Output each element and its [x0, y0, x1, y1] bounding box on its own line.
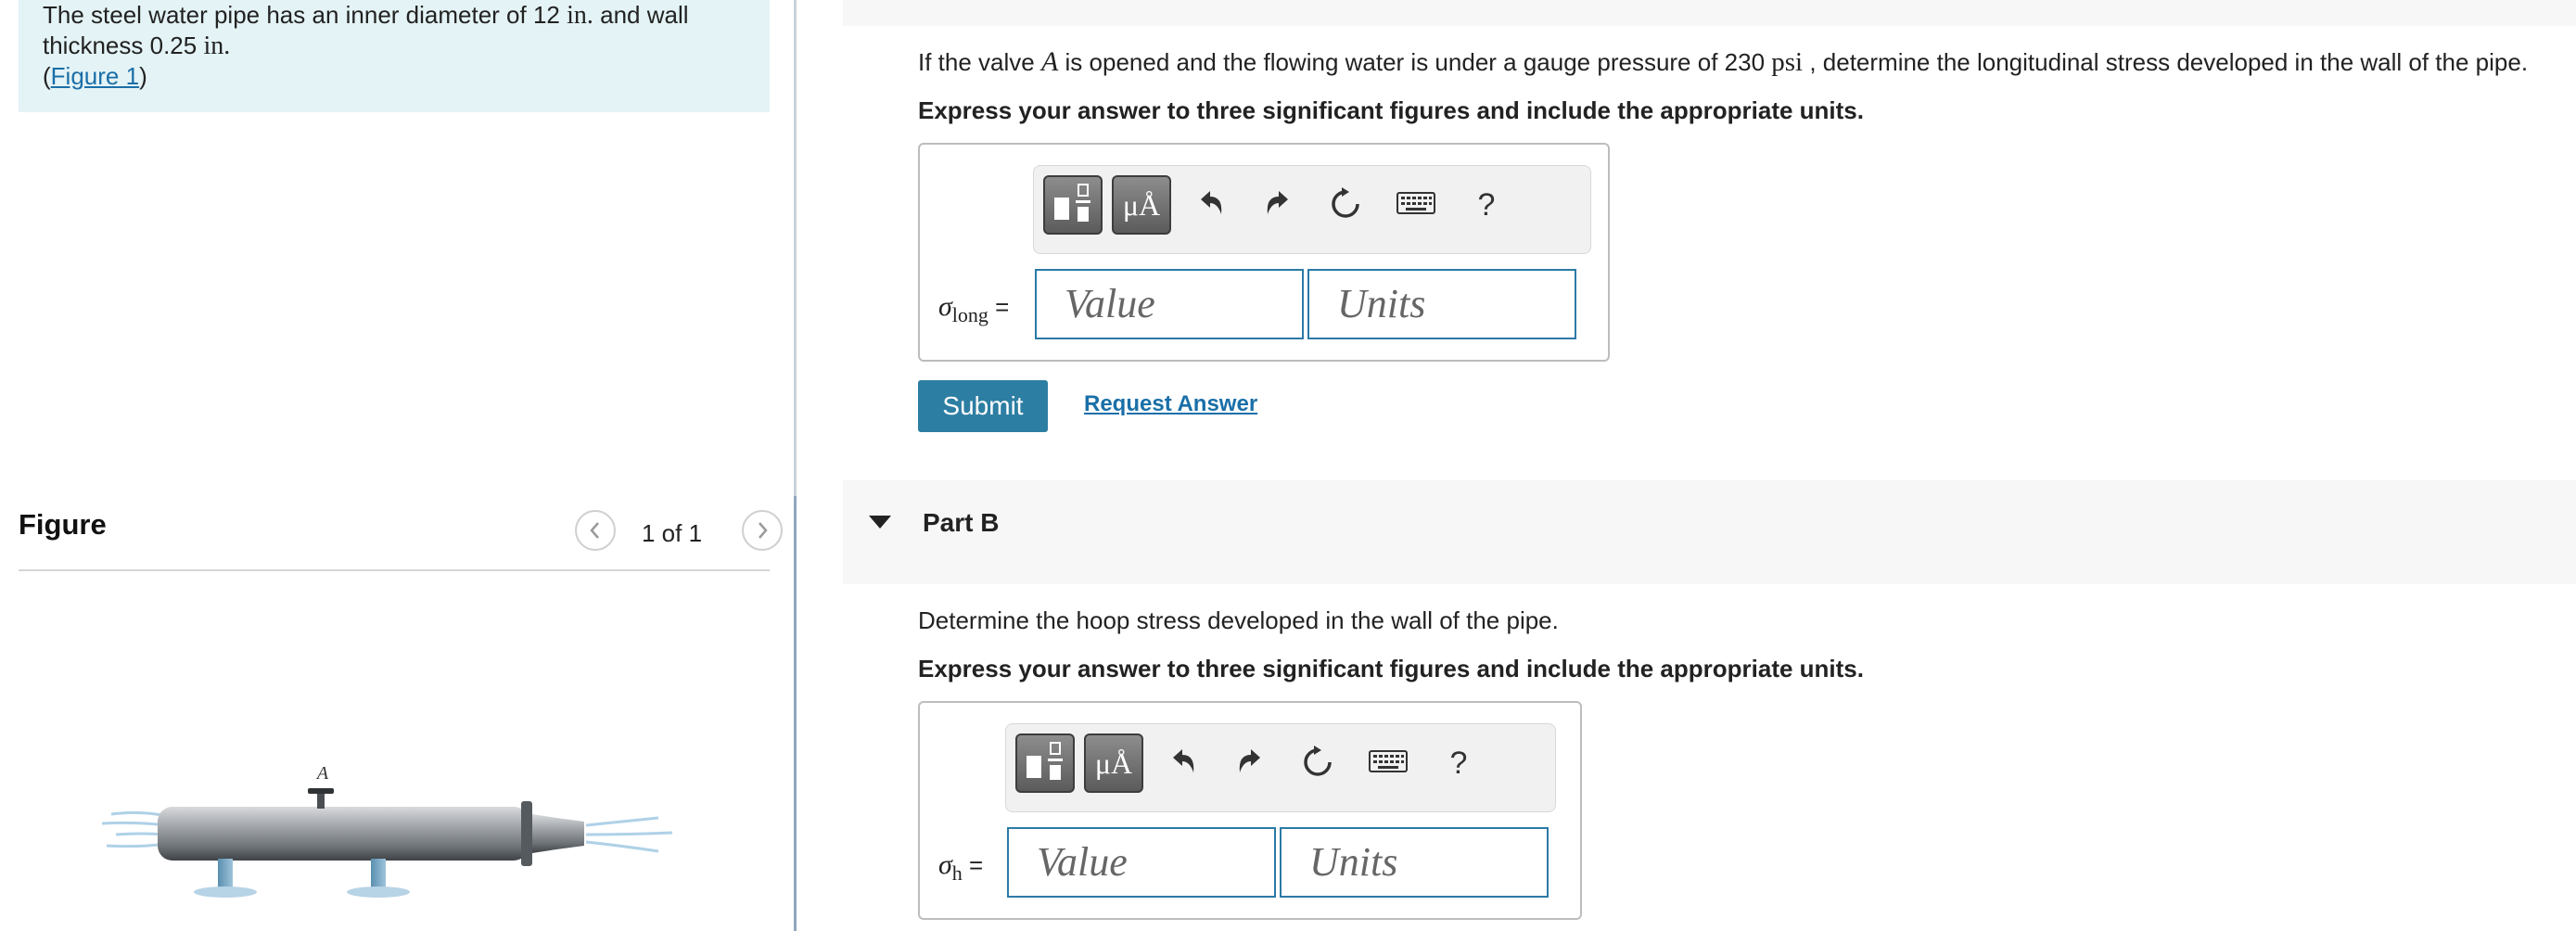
- redo-icon: [1267, 191, 1288, 214]
- units-symbol-button[interactable]: μÅ: [1112, 175, 1171, 235]
- part-b-question: Determine the hoop stress developed in t…: [918, 606, 1559, 634]
- prev-figure-button[interactable]: [575, 510, 616, 551]
- paren: (: [43, 62, 51, 90]
- right-panel: If the valve A is opened and the flowing…: [797, 0, 2576, 931]
- fraction-template-icon: [1054, 184, 1090, 222]
- value-input[interactable]: Value: [1035, 269, 1304, 339]
- valve-label: A: [315, 763, 329, 784]
- units-input[interactable]: Units: [1280, 827, 1549, 898]
- value-input[interactable]: Value: [1007, 827, 1276, 898]
- fraction-template-button[interactable]: [1015, 733, 1075, 793]
- next-figure-button[interactable]: [742, 510, 783, 551]
- pipe-supports: [194, 859, 410, 898]
- figure-reference: (Figure 1): [43, 61, 746, 92]
- undo-icon: [1201, 191, 1222, 214]
- figure-title: Figure: [19, 508, 107, 541]
- pipe-nozzle: [532, 814, 584, 853]
- equals-sign: =: [988, 293, 1010, 321]
- problem-text: The steel water pipe has an inner diamet…: [43, 1, 567, 29]
- fraction-template-icon: [1027, 742, 1063, 780]
- undo-button[interactable]: [1190, 186, 1231, 223]
- part-b-instruction: Express your answer to three significant…: [918, 655, 1864, 682]
- part-a-header-band: [843, 0, 2576, 26]
- problem-text: and wall: [593, 1, 689, 29]
- pipe-flange: [521, 801, 532, 866]
- undo-icon: [1173, 749, 1194, 772]
- figure-count: 1 of 1: [642, 519, 703, 547]
- question-text: , determine the longitudinal stress deve…: [1803, 48, 2529, 76]
- sigma-h-label: σh =: [938, 849, 983, 886]
- left-panel: The steel water pipe has an inner diamet…: [0, 0, 794, 931]
- paren: ): [139, 62, 147, 90]
- part-b-title: Part B: [923, 508, 1000, 537]
- part-a-answer-box: μÅ ? σlong = Value Units: [918, 143, 1610, 362]
- fraction-template-button[interactable]: [1043, 175, 1103, 235]
- collapse-caret-icon[interactable]: [869, 516, 891, 529]
- valve-a: A: [308, 763, 334, 809]
- part-b-answer-box: μÅ ? σh = Value Units: [918, 701, 1582, 920]
- part-a-question: If the valve A is opened and the flowing…: [918, 46, 2528, 78]
- help-button[interactable]: ?: [1466, 186, 1507, 223]
- redo-button[interactable]: [1258, 186, 1299, 223]
- units-symbol-button[interactable]: μÅ: [1084, 733, 1143, 793]
- unit-psi: psi: [1771, 47, 1804, 77]
- question-text: If the valve: [918, 48, 1041, 76]
- valve-variable: A: [1040, 46, 1059, 77]
- figure-header: Figure 1 of 1: [19, 501, 783, 571]
- keyboard-button[interactable]: [1368, 745, 1409, 782]
- question-text: is opened and the flowing water is under…: [1058, 48, 1772, 76]
- subscript: long: [951, 303, 988, 326]
- submit-button[interactable]: Submit: [918, 380, 1048, 432]
- undo-button[interactable]: [1162, 745, 1203, 782]
- reset-button[interactable]: [1297, 745, 1338, 782]
- redo-icon: [1239, 749, 1260, 772]
- redo-button[interactable]: [1231, 745, 1271, 782]
- unit-inches: in.: [567, 1, 593, 30]
- pipe-body: [158, 807, 529, 861]
- part-b-toolbar: μÅ ?: [1005, 723, 1556, 812]
- problem-statement: The steel water pipe has an inner diamet…: [19, 0, 770, 112]
- figure-1-link[interactable]: Figure 1: [51, 62, 139, 90]
- request-answer-link[interactable]: Request Answer: [1084, 391, 1257, 417]
- sigma-long-label: σlong =: [938, 291, 1009, 327]
- keyboard-button[interactable]: [1396, 186, 1436, 223]
- pipe-figure: A: [102, 763, 673, 898]
- problem-text: thickness 0.25: [43, 32, 204, 59]
- part-a-instruction: Express your answer to three significant…: [918, 96, 1864, 124]
- help-button[interactable]: ?: [1438, 745, 1479, 782]
- keyboard-icon: [1369, 750, 1408, 772]
- reset-button[interactable]: [1325, 186, 1366, 223]
- part-a-toolbar: μÅ ?: [1033, 165, 1591, 254]
- keyboard-icon: [1396, 192, 1435, 214]
- chevron-left-icon: [590, 522, 599, 539]
- reset-icon: [1304, 746, 1332, 776]
- water-spray-left: [102, 810, 168, 848]
- chevron-right-icon: [759, 522, 768, 539]
- sigma-symbol: σ: [938, 849, 952, 880]
- water-spray-right: [585, 816, 673, 853]
- part-b-header[interactable]: [843, 480, 2576, 584]
- equals-sign: =: [962, 851, 984, 879]
- problem-line-1: The steel water pipe has an inner diamet…: [43, 0, 746, 31]
- subscript: h: [951, 861, 963, 885]
- problem-line-2: thickness 0.25 in.: [43, 31, 746, 61]
- unit-inches: in.: [203, 32, 231, 60]
- sigma-symbol: σ: [938, 291, 952, 322]
- reset-icon: [1332, 187, 1359, 218]
- units-input[interactable]: Units: [1307, 269, 1576, 339]
